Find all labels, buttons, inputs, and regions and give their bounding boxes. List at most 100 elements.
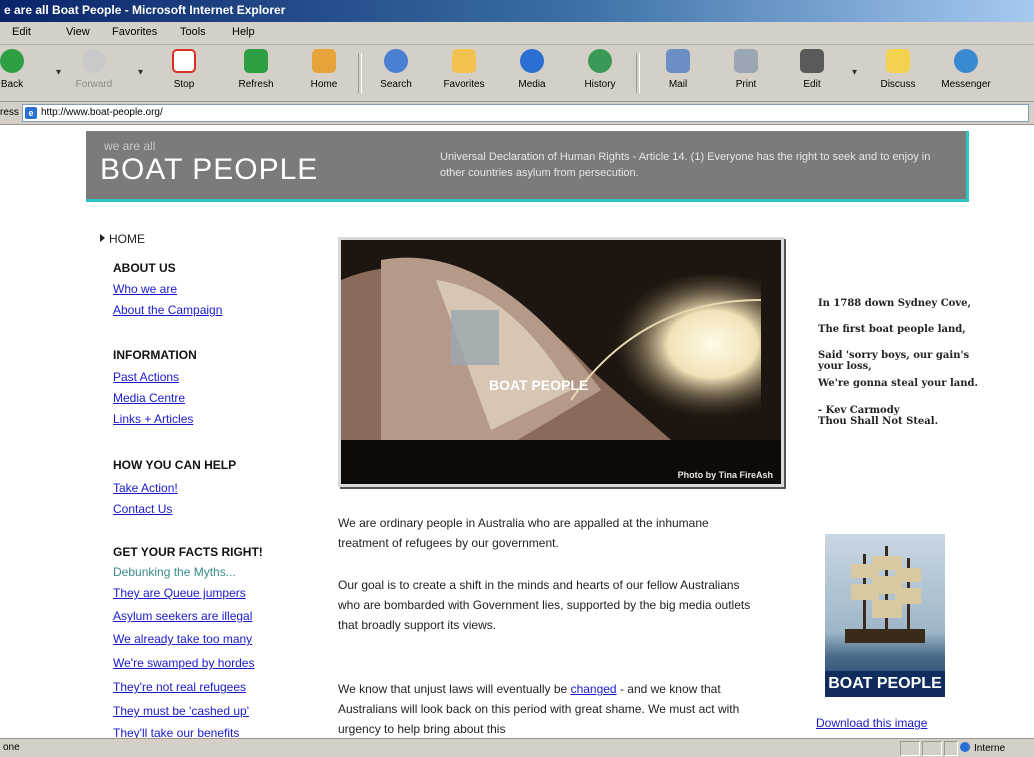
zone-label: Interne bbox=[974, 743, 1006, 754]
menu-help[interactable]: Help bbox=[232, 26, 255, 38]
search-label: Search bbox=[380, 79, 412, 90]
intro-paragraph: We are ordinary people in Australia who … bbox=[338, 516, 709, 550]
back-dropdown-icon[interactable]: ▾ bbox=[56, 67, 61, 78]
poem-line: In 1788 down Sydney Cove, bbox=[818, 298, 971, 309]
print-button[interactable]: Print bbox=[716, 49, 776, 90]
stop-button[interactable]: Stop bbox=[154, 49, 214, 90]
nav-link-myth-cashed-up[interactable]: They must be 'cashed up' bbox=[113, 704, 249, 718]
nav-heading-about: ABOUT US bbox=[113, 261, 176, 275]
mail-button[interactable]: Mail bbox=[648, 49, 708, 90]
toolbar: Back ▾ Forward ▾ Stop Refresh Home Searc… bbox=[0, 45, 1034, 102]
nav-link-past-actions[interactable]: Past Actions bbox=[113, 370, 179, 384]
history-label: History bbox=[584, 79, 616, 90]
nav-link-myth-benefits[interactable]: They'll take our benefits bbox=[113, 726, 239, 738]
nav-link-links-articles[interactable]: Links + Articles bbox=[113, 412, 193, 426]
address-bar: ress e http://www.boat-people.org/ bbox=[0, 102, 1034, 125]
poster-title: BOAT PEOPLE bbox=[825, 671, 945, 697]
nav-subheading-myths: Debunking the Myths... bbox=[113, 565, 236, 579]
toolbar-separator bbox=[358, 53, 362, 93]
arrow-right-icon bbox=[100, 234, 105, 242]
star-icon bbox=[452, 49, 476, 73]
history-button[interactable]: History bbox=[570, 49, 630, 90]
refresh-button[interactable]: Refresh bbox=[226, 49, 286, 90]
nav-link-who-we-are[interactable]: Who we are bbox=[113, 282, 177, 296]
internet-globe-icon bbox=[960, 742, 970, 752]
changed-link[interactable]: changed bbox=[571, 682, 617, 696]
discuss-button[interactable]: Discuss bbox=[868, 49, 928, 90]
forward-dropdown-icon[interactable]: ▾ bbox=[138, 67, 143, 78]
hero-photo: BOAT PEOPLE Photo by Tina FireAsh bbox=[338, 237, 784, 487]
media-button[interactable]: Media bbox=[502, 49, 562, 90]
poem-line: We're gonna steal your land. bbox=[818, 378, 979, 389]
search-icon bbox=[384, 49, 408, 73]
edit-button[interactable]: Edit bbox=[782, 49, 842, 90]
favorites-label: Favorites bbox=[443, 79, 485, 90]
left-nav: HOME ABOUT US Who we are About the Campa… bbox=[0, 125, 320, 738]
download-image-link[interactable]: Download this image bbox=[816, 716, 927, 730]
ship-image bbox=[845, 546, 925, 643]
nav-link-myth-queue[interactable]: They are Queue jumpers bbox=[113, 586, 246, 600]
menu-favorites[interactable]: Favorites bbox=[112, 26, 157, 38]
page-icon: e bbox=[25, 107, 37, 119]
nav-heading-help: HOW YOU CAN HELP bbox=[113, 458, 237, 472]
opera-house-image: BOAT PEOPLE bbox=[341, 240, 781, 484]
address-input[interactable]: e http://www.boat-people.org/ bbox=[22, 104, 1029, 122]
nav-link-myth-too-many[interactable]: We already take too many bbox=[113, 632, 252, 646]
poem-line: - Kev Carmody bbox=[818, 405, 900, 416]
back-button[interactable]: Back bbox=[0, 49, 42, 90]
menu-edit[interactable]: Edit bbox=[12, 26, 31, 38]
forward-arrow-icon bbox=[82, 49, 106, 73]
nav-link-myth-illegal[interactable]: Asylum seekers are illegal bbox=[113, 609, 252, 623]
status-bar: one Interne bbox=[0, 738, 1034, 757]
nav-link-myth-hordes[interactable]: We're swamped by hordes bbox=[113, 656, 254, 670]
status-panel bbox=[900, 741, 920, 756]
nav-link-contact-us[interactable]: Contact Us bbox=[113, 502, 172, 516]
forward-label: Forward bbox=[75, 79, 113, 90]
address-url: http://www.boat-people.org/ bbox=[41, 107, 163, 118]
photo-credit: Photo by Tina FireAsh bbox=[677, 470, 773, 480]
change-text-before: We know that unjust laws will eventually… bbox=[338, 682, 571, 696]
poem-line: The first boat people land, bbox=[818, 324, 966, 335]
messenger-icon bbox=[954, 49, 978, 73]
menu-view[interactable]: View bbox=[66, 26, 90, 38]
banner-quote: Universal Declaration of Human Rights - … bbox=[440, 151, 931, 179]
mail-icon bbox=[666, 49, 690, 73]
messenger-button[interactable]: Messenger bbox=[936, 49, 996, 90]
security-zone: Interne bbox=[960, 742, 1005, 754]
status-panel bbox=[922, 741, 942, 756]
menu-tools[interactable]: Tools bbox=[180, 26, 206, 38]
home-button[interactable]: Home bbox=[294, 49, 354, 90]
nav-home-label: HOME bbox=[109, 232, 145, 246]
edit-dropdown-icon[interactable]: ▾ bbox=[852, 67, 857, 78]
nav-heading-information: INFORMATION bbox=[113, 348, 197, 362]
favorites-button[interactable]: Favorites bbox=[434, 49, 494, 90]
nav-home[interactable]: HOME bbox=[100, 232, 145, 246]
page-content: we are all BOAT PEOPLE Universal Declara… bbox=[0, 125, 1034, 738]
messenger-label: Messenger bbox=[941, 79, 991, 90]
nav-link-about-campaign[interactable]: About the Campaign bbox=[113, 303, 222, 317]
nav-link-media-centre[interactable]: Media Centre bbox=[113, 391, 185, 405]
goal-paragraph: Our goal is to create a shift in the min… bbox=[338, 578, 751, 632]
back-arrow-icon bbox=[0, 49, 24, 73]
window-title: e are all Boat People - Microsoft Intern… bbox=[4, 3, 286, 17]
nav-link-myth-not-real[interactable]: They're not real refugees bbox=[113, 680, 246, 694]
printer-icon bbox=[734, 49, 758, 73]
stop-icon bbox=[172, 49, 196, 73]
edit-icon bbox=[800, 49, 824, 73]
search-button[interactable]: Search bbox=[366, 49, 426, 90]
hero-overlay-text: BOAT PEOPLE bbox=[489, 377, 588, 393]
refresh-icon bbox=[244, 49, 268, 73]
toolbar-separator bbox=[636, 53, 640, 93]
home-label: Home bbox=[310, 79, 338, 90]
home-icon bbox=[312, 49, 336, 73]
forward-button[interactable]: Forward bbox=[64, 49, 124, 90]
boat-people-poster[interactable]: BOAT PEOPLE bbox=[825, 534, 945, 697]
window-title-bar: e are all Boat People - Microsoft Intern… bbox=[0, 0, 1034, 22]
nav-link-take-action[interactable]: Take Action! bbox=[113, 481, 178, 495]
status-text: one bbox=[3, 742, 20, 753]
nav-heading-facts: GET YOUR FACTS RIGHT! bbox=[113, 545, 263, 559]
status-panel bbox=[944, 741, 958, 756]
media-icon bbox=[520, 49, 544, 73]
poem-line: Said 'sorry boys, our gain's your loss, bbox=[818, 350, 970, 372]
change-paragraph: We know that unjust laws will eventually… bbox=[338, 679, 758, 738]
